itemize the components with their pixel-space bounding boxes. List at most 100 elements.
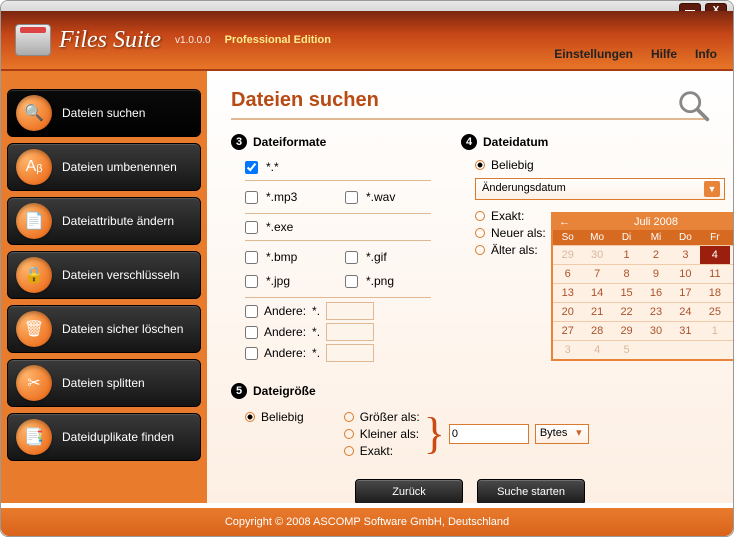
chk-png[interactable] bbox=[345, 275, 358, 288]
lbl-other1: Andere: bbox=[264, 304, 306, 318]
nav-search-files[interactable]: 🔍 Dateien suchen bbox=[7, 89, 201, 137]
cal-cell[interactable] bbox=[671, 340, 700, 359]
cal-cell[interactable] bbox=[641, 340, 670, 359]
cal-cell[interactable]: 28 bbox=[582, 321, 611, 340]
nav-rename-files[interactable]: Aᵦ Dateien umbenennen bbox=[7, 143, 201, 191]
nav-encrypt-files[interactable]: 🔒 Dateien verschlüsseln bbox=[7, 251, 201, 299]
chk-other2[interactable] bbox=[245, 326, 258, 339]
radio-size-smaller[interactable] bbox=[344, 429, 354, 439]
chk-jpg[interactable] bbox=[245, 275, 258, 288]
other-input-2[interactable] bbox=[326, 323, 374, 341]
cal-cell[interactable]: 6 bbox=[553, 264, 582, 283]
cal-cell[interactable]: 8 bbox=[612, 264, 641, 283]
radio-size-larger[interactable] bbox=[344, 412, 354, 422]
cal-dh-So: So bbox=[553, 230, 582, 245]
start-search-button[interactable]: Suche starten bbox=[477, 479, 585, 503]
cal-cell[interactable]: 12 bbox=[730, 264, 733, 283]
cal-cell[interactable]: 9 bbox=[641, 264, 670, 283]
radio-date-any[interactable] bbox=[475, 160, 485, 170]
cal-cell[interactable]: 29 bbox=[553, 245, 582, 264]
sidebar: 🔍 Dateien suchen Aᵦ Dateien umbenennen 📄… bbox=[1, 71, 207, 503]
other-input-1[interactable] bbox=[326, 302, 374, 320]
nav-find-duplicates[interactable]: 📑 Dateiduplikate finden bbox=[7, 413, 201, 461]
cal-cell[interactable]: 13 bbox=[553, 283, 582, 302]
step-3-label: Dateiformate bbox=[253, 135, 326, 149]
cal-cell[interactable]: 1 bbox=[700, 321, 729, 340]
cal-cell[interactable]: 26 bbox=[730, 302, 733, 321]
nav-change-attributes[interactable]: 📄 Dateiattribute ändern bbox=[7, 197, 201, 245]
cal-cell[interactable]: 18 bbox=[700, 283, 729, 302]
lbl-date-any: Beliebig bbox=[491, 158, 534, 172]
link-help[interactable]: Hilfe bbox=[651, 47, 677, 61]
cal-cell[interactable]: 11 bbox=[700, 264, 729, 283]
chk-other3[interactable] bbox=[245, 347, 258, 360]
nav-label: Dateiattribute ändern bbox=[62, 214, 174, 228]
cal-prev[interactable]: ← bbox=[559, 216, 570, 228]
radio-date-older[interactable] bbox=[475, 245, 485, 255]
lbl-size-exact: Exakt: bbox=[360, 444, 393, 458]
radio-date-exact[interactable] bbox=[475, 211, 485, 221]
cal-cell[interactable]: 2 bbox=[730, 321, 733, 340]
cal-cell[interactable] bbox=[700, 340, 729, 359]
cal-cell[interactable]: 24 bbox=[671, 302, 700, 321]
cal-cell[interactable]: 21 bbox=[582, 302, 611, 321]
back-button[interactable]: Zurück bbox=[355, 479, 463, 503]
cal-cell[interactable]: 1 bbox=[612, 245, 641, 264]
other-input-3[interactable] bbox=[326, 344, 374, 362]
cal-cell[interactable]: 3 bbox=[553, 340, 582, 359]
cal-cell[interactable]: 5 bbox=[612, 340, 641, 359]
cal-cell[interactable]: 23 bbox=[641, 302, 670, 321]
cal-cell[interactable]: 3 bbox=[671, 245, 700, 264]
select-date-type[interactable]: Änderungsdatum bbox=[475, 178, 725, 200]
cal-cell[interactable]: 30 bbox=[582, 245, 611, 264]
star2: *. bbox=[312, 325, 320, 339]
chk-bmp[interactable] bbox=[245, 251, 258, 264]
cal-cell[interactable]: 25 bbox=[700, 302, 729, 321]
cal-body[interactable]: 2930123456789101112131415161718192021222… bbox=[553, 245, 733, 359]
link-info[interactable]: Info bbox=[695, 47, 717, 61]
chk-gif[interactable] bbox=[345, 251, 358, 264]
cal-cell[interactable]: 7 bbox=[582, 264, 611, 283]
nav-split-files[interactable]: ✂ Dateien splitten bbox=[7, 359, 201, 407]
nav-secure-delete[interactable]: 🗑 Dateien sicher löschen bbox=[7, 305, 201, 353]
cal-cell[interactable]: 27 bbox=[553, 321, 582, 340]
nav-label: Dateien verschlüsseln bbox=[62, 268, 179, 282]
cal-cell[interactable]: 2 bbox=[641, 245, 670, 264]
scissors-icon: ✂ bbox=[16, 365, 52, 401]
nav-label: Dateiduplikate finden bbox=[62, 430, 174, 444]
cal-cell[interactable]: 5 bbox=[730, 245, 733, 264]
cal-cell[interactable]: 10 bbox=[671, 264, 700, 283]
search-icon: 🔍 bbox=[16, 95, 52, 131]
radio-size-exact[interactable] bbox=[344, 446, 354, 456]
chk-all[interactable] bbox=[245, 161, 258, 174]
chk-exe[interactable] bbox=[245, 221, 258, 234]
unit-select[interactable]: Bytes bbox=[535, 424, 589, 444]
page-title: Dateien suchen bbox=[231, 89, 709, 120]
radio-size-any[interactable] bbox=[245, 412, 255, 422]
cal-cell[interactable]: 16 bbox=[641, 283, 670, 302]
chk-other1[interactable] bbox=[245, 305, 258, 318]
cal-cell[interactable]: 15 bbox=[612, 283, 641, 302]
cal-cell[interactable]: 20 bbox=[553, 302, 582, 321]
size-value-input[interactable] bbox=[449, 424, 529, 444]
cal-cell[interactable] bbox=[730, 340, 733, 359]
cal-cell[interactable]: 29 bbox=[612, 321, 641, 340]
cal-cell[interactable]: 22 bbox=[612, 302, 641, 321]
link-settings[interactable]: Einstellungen bbox=[554, 47, 633, 61]
chk-wav[interactable] bbox=[345, 191, 358, 204]
cal-cell[interactable]: 19 bbox=[730, 283, 733, 302]
nav-label: Dateien suchen bbox=[62, 106, 145, 120]
cal-cell[interactable]: 14 bbox=[582, 283, 611, 302]
radio-date-newer[interactable] bbox=[475, 228, 485, 238]
cal-cell[interactable]: 4 bbox=[582, 340, 611, 359]
cal-cell[interactable]: 17 bbox=[671, 283, 700, 302]
lbl-other3: Andere: bbox=[264, 346, 306, 360]
cal-cell[interactable]: 4 bbox=[700, 245, 729, 264]
cal-cell[interactable]: 30 bbox=[641, 321, 670, 340]
lbl-exe: *.exe bbox=[266, 220, 293, 234]
cal-cell[interactable]: 31 bbox=[671, 321, 700, 340]
step-4-label: Dateidatum bbox=[483, 135, 548, 149]
calendar[interactable]: ←Juli 2008→ SoMoDiMiDoFrSa 2930123456789… bbox=[551, 212, 733, 361]
brace-icon: } bbox=[424, 415, 445, 453]
chk-mp3[interactable] bbox=[245, 191, 258, 204]
